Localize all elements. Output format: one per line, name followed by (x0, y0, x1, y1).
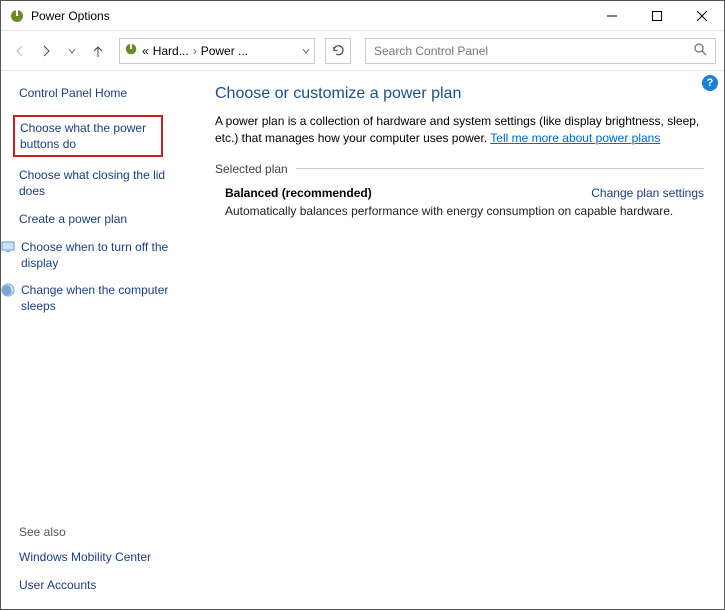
refresh-button[interactable] (325, 38, 351, 64)
choose-power-buttons-link[interactable]: Choose what the power buttons do (20, 120, 156, 152)
selected-plan-header: Selected plan (215, 162, 704, 176)
computer-sleeps-link[interactable]: Change when the computer sleeps (21, 282, 181, 314)
tell-me-more-link[interactable]: Tell me more about power plans (490, 131, 660, 145)
plan-description: Automatically balances performance with … (215, 204, 704, 218)
forward-button[interactable] (35, 40, 57, 62)
control-panel-home-link[interactable]: Control Panel Home (19, 85, 201, 101)
breadcrumb-prefix: « (142, 44, 149, 58)
choose-lid-close-link[interactable]: Choose what closing the lid does (19, 167, 184, 199)
page-heading: Choose or customize a power plan (215, 85, 704, 103)
maximize-button[interactable] (634, 1, 679, 30)
body: Control Panel Home Choose what the power… (1, 71, 724, 609)
highlighted-link-box: Choose what the power buttons do (13, 115, 163, 156)
sleep-icon (1, 283, 15, 297)
divider (296, 168, 704, 169)
breadcrumb-item[interactable]: Hard... (153, 44, 189, 58)
recent-dropdown[interactable] (61, 40, 83, 62)
sidebar: Control Panel Home Choose what the power… (1, 71, 211, 609)
window-controls (589, 1, 724, 30)
plan-name: Balanced (recommended) (225, 186, 372, 200)
breadcrumb-item[interactable]: Power ... (201, 44, 248, 58)
back-button[interactable] (9, 40, 31, 62)
turn-off-display-link[interactable]: Choose when to turn off the display (21, 239, 181, 271)
plan-row: Balanced (recommended) Change plan setti… (215, 186, 704, 200)
mobility-center-link[interactable]: Windows Mobility Center (19, 549, 201, 565)
toolbar: « Hard... › Power ... (1, 31, 724, 71)
window-title: Power Options (31, 9, 589, 23)
main-content: ? Choose or customize a power plan A pow… (211, 71, 724, 609)
chevron-down-icon[interactable] (302, 44, 310, 58)
chevron-right-icon: › (193, 44, 197, 58)
page-description: A power plan is a collection of hardware… (215, 113, 704, 148)
up-button[interactable] (87, 40, 109, 62)
selected-plan-label: Selected plan (215, 162, 288, 176)
titlebar: Power Options (1, 1, 724, 31)
create-power-plan-link[interactable]: Create a power plan (19, 211, 201, 227)
search-box[interactable] (365, 38, 716, 64)
search-icon (694, 43, 707, 59)
display-icon (1, 240, 15, 254)
address-bar[interactable]: « Hard... › Power ... (119, 38, 315, 64)
help-icon[interactable]: ? (702, 75, 718, 91)
user-accounts-link[interactable]: User Accounts (19, 577, 201, 593)
power-options-icon (124, 42, 138, 59)
change-plan-settings-link[interactable]: Change plan settings (591, 186, 704, 200)
power-options-icon (9, 8, 25, 24)
see-also-label: See also (19, 525, 201, 539)
close-button[interactable] (679, 1, 724, 30)
search-input[interactable] (374, 44, 694, 58)
minimize-button[interactable] (589, 1, 634, 30)
